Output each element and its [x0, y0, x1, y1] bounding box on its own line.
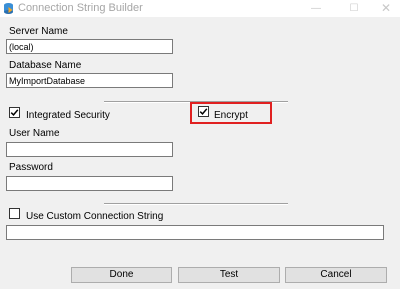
password-input[interactable]: [6, 176, 173, 191]
close-button[interactable]: ✕: [366, 0, 400, 17]
integrated-security-checkbox[interactable]: [9, 107, 20, 118]
custom-connection-checkbox[interactable]: [9, 208, 20, 219]
title-bar[interactable]: Connection String Builder — ☐ ✕: [0, 0, 400, 17]
database-name-input[interactable]: [6, 73, 173, 88]
cancel-button[interactable]: Cancel: [285, 267, 387, 283]
user-name-label: User Name: [9, 128, 60, 139]
custom-connection-label: Use Custom Connection String: [26, 211, 164, 222]
password-label: Password: [9, 162, 53, 173]
encrypt-highlight-box: [190, 102, 272, 124]
separator-bottom: [104, 203, 288, 205]
server-name-label: Server Name: [9, 26, 68, 37]
test-button[interactable]: Test: [178, 267, 280, 283]
form-area: Server Name Database Name Integrated Sec…: [0, 17, 400, 289]
integrated-security-label: Integrated Security: [26, 110, 110, 121]
connection-string-builder-window: Connection String Builder — ☐ ✕ Server N…: [0, 0, 400, 289]
done-button[interactable]: Done: [71, 267, 172, 283]
server-name-input[interactable]: [6, 39, 173, 54]
user-name-input[interactable]: [6, 142, 173, 157]
app-icon: [4, 3, 13, 14]
database-name-label: Database Name: [9, 60, 82, 71]
window-title: Connection String Builder: [18, 2, 143, 14]
minimize-button[interactable]: —: [296, 0, 336, 17]
custom-connection-input[interactable]: [6, 225, 384, 240]
checkmark-icon: [10, 109, 19, 117]
